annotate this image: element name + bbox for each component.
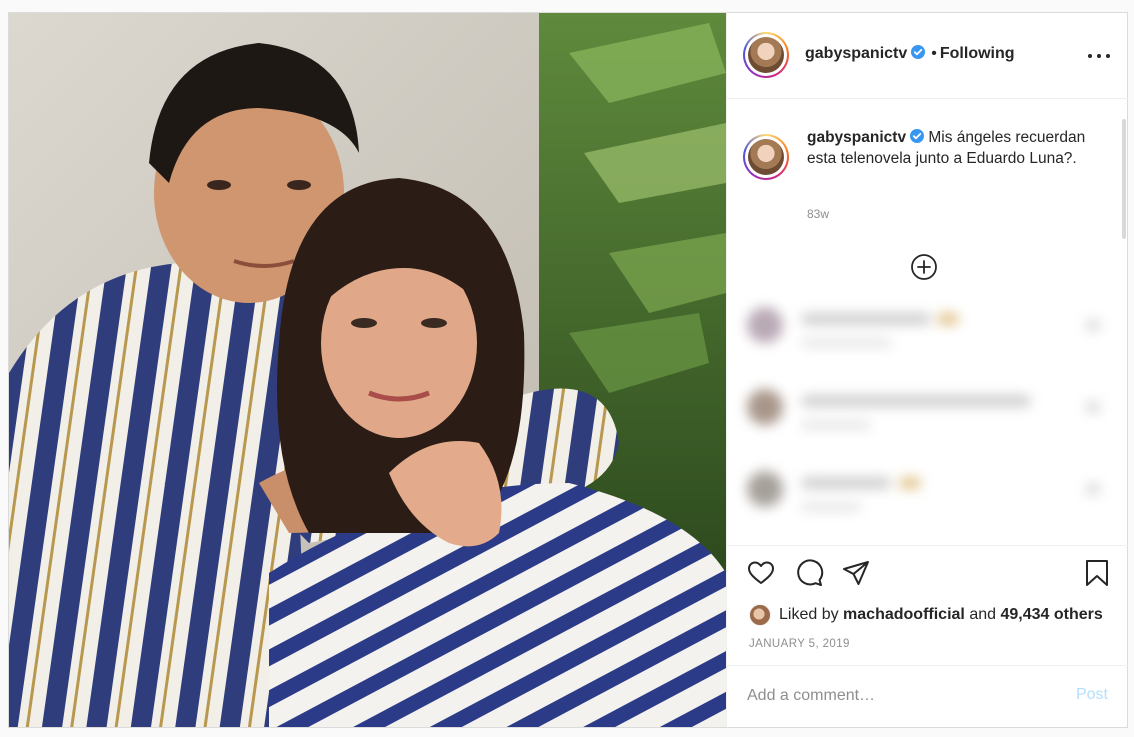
comment-input[interactable]: [747, 684, 1047, 708]
caption-username[interactable]: gabyspanictv: [807, 129, 906, 146]
comments-section: gabyspanictv Mis ángeles recuerdan esta …: [727, 99, 1128, 545]
more-options-icon[interactable]: [1088, 47, 1110, 63]
comment-row: [741, 301, 1113, 351]
speech-bubble-icon[interactable]: [794, 558, 824, 588]
post-caption: gabyspanictv Mis ángeles recuerdan esta …: [807, 127, 1107, 169]
liked-by-and: and: [969, 606, 997, 623]
caption-avatar-image: [748, 139, 784, 175]
follow-status-button[interactable]: Following: [940, 45, 1015, 62]
verified-badge-icon: [911, 45, 926, 59]
comments-scrollbar[interactable]: [1122, 119, 1126, 239]
plus-circle-icon[interactable]: [910, 253, 938, 281]
likes-others-link[interactable]: 49,434 others: [1000, 606, 1102, 624]
dot-separator: •: [931, 45, 937, 62]
verified-badge-icon: [910, 129, 925, 143]
heart-icon[interactable]: [746, 558, 776, 588]
post-comment-button[interactable]: Post: [1076, 686, 1108, 704]
header-username[interactable]: gabyspanictv: [805, 45, 907, 62]
liked-by-username[interactable]: machadoofficial: [843, 606, 965, 624]
add-comment-bar: Post: [727, 665, 1128, 727]
author-avatar[interactable]: [743, 32, 789, 78]
comment-row: [741, 383, 1113, 433]
post-modal: gabyspanictv • Following gabyspanictv Mis …: [8, 12, 1128, 728]
post-date[interactable]: JANUARY 5, 2019: [749, 638, 850, 650]
caption-time-ago[interactable]: 83w: [807, 207, 829, 221]
paper-plane-icon[interactable]: [841, 558, 871, 588]
author-avatar-image: [748, 37, 784, 73]
liked-by-prefix: Liked by: [779, 606, 839, 623]
post-actions: Liked by machadoofficial and 49,434 othe…: [727, 545, 1128, 677]
post-photo[interactable]: [9, 13, 726, 727]
photo-illustration: [9, 13, 726, 727]
blurred-comments: [741, 301, 1113, 545]
post-header: gabyspanictv • Following: [727, 13, 1128, 99]
liker-avatar[interactable]: [749, 604, 771, 626]
likes-summary: Liked by machadoofficial and 49,434 othe…: [749, 602, 1103, 628]
caption-avatar[interactable]: [743, 134, 789, 180]
comment-row: [741, 465, 1113, 515]
post-side-panel: gabyspanictv • Following gabyspanictv Mis …: [726, 13, 1128, 727]
header-author-line: gabyspanictv • Following: [805, 45, 1015, 63]
bookmark-icon[interactable]: [1082, 558, 1112, 588]
